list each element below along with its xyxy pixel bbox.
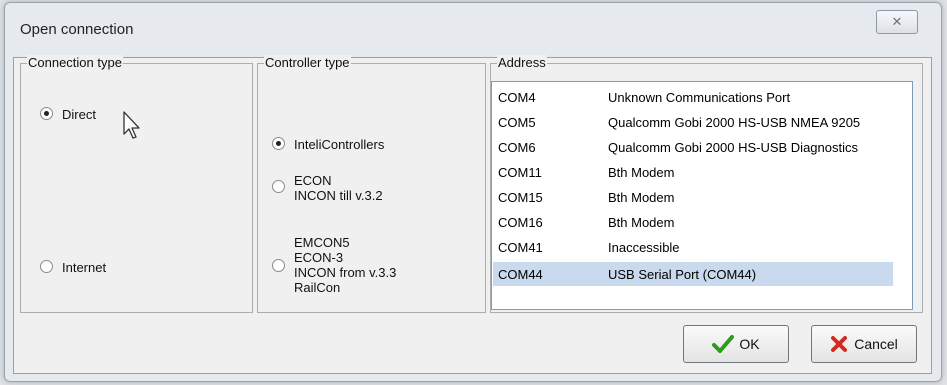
radio-emcon-line-1: EMCON5 bbox=[294, 235, 350, 250]
address-row-selected[interactable]: COM44 USB Serial Port (COM44) bbox=[493, 262, 893, 286]
radio-emcon[interactable]: EMCON5 ECON-3 INCON from v.3.3 RailCon bbox=[272, 235, 396, 295]
connection-type-label: Connection type bbox=[27, 55, 123, 71]
address-description: USB Serial Port (COM44) bbox=[608, 266, 757, 282]
ok-button[interactable]: OK bbox=[683, 325, 789, 363]
radio-emcon-line-3: INCON from v.3.3 bbox=[294, 265, 397, 280]
radio-button[interactable] bbox=[40, 260, 53, 273]
address-row[interactable]: COM16 Bth Modem bbox=[493, 210, 893, 234]
close-button[interactable]: ✕ bbox=[876, 10, 918, 34]
radio-button[interactable] bbox=[40, 107, 53, 120]
list-scroll-area bbox=[896, 82, 912, 309]
check-icon bbox=[712, 335, 735, 353]
address-description: Inaccessible bbox=[608, 239, 680, 255]
address-row[interactable]: COM15 Bth Modem bbox=[493, 185, 893, 209]
x-icon bbox=[831, 336, 848, 352]
address-description: Bth Modem bbox=[608, 164, 675, 180]
address-port: COM4 bbox=[498, 89, 536, 105]
address-list[interactable]: COM4 Unknown Communications Port COM5 Qu… bbox=[491, 81, 913, 310]
radio-emcon-line-4: RailCon bbox=[294, 280, 341, 295]
close-icon: ✕ bbox=[891, 14, 903, 29]
address-port: COM11 bbox=[498, 164, 542, 180]
radio-intelicontrollers-label: InteliControllers bbox=[294, 137, 385, 152]
address-description: Qualcomm Gobi 2000 HS-USB NMEA 9205 bbox=[608, 114, 861, 130]
address-port: COM41 bbox=[498, 239, 543, 255]
radio-econ-line-2: INCON till v.3.2 bbox=[294, 188, 383, 203]
connection-type-group: Connection type bbox=[20, 55, 253, 313]
radio-econ[interactable]: ECON INCON till v.3.2 bbox=[272, 173, 383, 203]
address-row[interactable]: COM11 Bth Modem bbox=[493, 160, 893, 184]
controller-type-label: Controller type bbox=[264, 55, 351, 71]
radio-emcon-line-2: ECON-3 bbox=[294, 250, 344, 265]
radio-button[interactable] bbox=[272, 180, 285, 193]
address-description: Unknown Communications Port bbox=[608, 89, 791, 105]
radio-emcon-label: EMCON5 ECON-3 INCON from v.3.3 RailCon bbox=[294, 235, 396, 295]
address-row[interactable]: COM6 Qualcomm Gobi 2000 HS-USB Diagnosti… bbox=[493, 135, 893, 159]
mouse-pointer-icon bbox=[123, 111, 140, 139]
radio-direct-label: Direct bbox=[62, 107, 96, 122]
radio-internet[interactable]: Internet bbox=[40, 260, 106, 275]
address-label: Address bbox=[497, 55, 547, 71]
address-port: COM44 bbox=[498, 266, 543, 282]
radio-direct[interactable]: Direct bbox=[40, 107, 96, 122]
address-description: Bth Modem bbox=[608, 189, 675, 205]
ok-button-label: OK bbox=[739, 336, 760, 352]
address-row[interactable]: COM41 Inaccessible bbox=[493, 235, 893, 259]
radio-econ-line-1: ECON bbox=[294, 173, 332, 188]
address-port: COM6 bbox=[498, 139, 536, 155]
radio-econ-label: ECON INCON till v.3.2 bbox=[294, 173, 383, 203]
window-title: Open connection bbox=[20, 21, 134, 38]
address-description: Bth Modem bbox=[608, 214, 675, 230]
address-port: COM5 bbox=[498, 114, 536, 130]
address-row[interactable]: COM5 Qualcomm Gobi 2000 HS-USB NMEA 9205 bbox=[493, 110, 893, 134]
radio-intelicontrollers[interactable]: InteliControllers bbox=[272, 137, 384, 152]
radio-internet-label: Internet bbox=[62, 260, 107, 275]
address-row[interactable]: COM4 Unknown Communications Port bbox=[493, 85, 893, 109]
address-port: COM15 bbox=[498, 189, 543, 205]
address-port: COM16 bbox=[498, 214, 543, 230]
cancel-button[interactable]: Cancel bbox=[811, 325, 917, 363]
radio-button[interactable] bbox=[272, 137, 285, 150]
address-description: Qualcomm Gobi 2000 HS-USB Diagnostics bbox=[608, 139, 858, 155]
radio-button[interactable] bbox=[272, 259, 285, 272]
cancel-button-label: Cancel bbox=[854, 336, 898, 352]
